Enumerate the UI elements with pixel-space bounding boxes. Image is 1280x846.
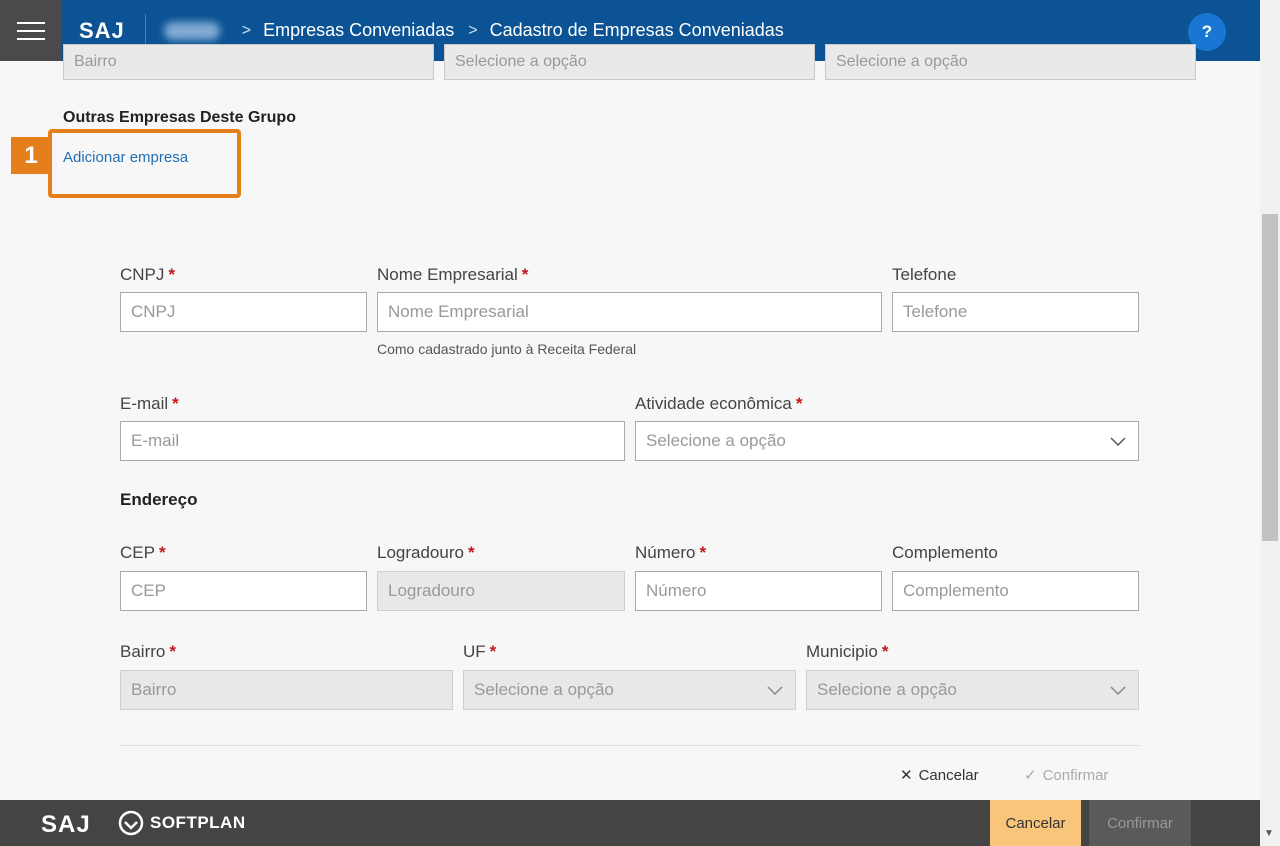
numero-input[interactable]: Número bbox=[635, 571, 882, 611]
chevron-down-icon bbox=[767, 686, 783, 696]
brand-logo[interactable]: SAJ bbox=[79, 18, 125, 44]
municipio-select: Selecione a opção bbox=[806, 670, 1139, 710]
bairro-label: Bairro * bbox=[120, 642, 176, 661]
uf-select: Selecione a opção bbox=[463, 670, 796, 710]
uf-value: Selecione a opção bbox=[474, 680, 614, 699]
cnpj-input[interactable]: CNPJ bbox=[120, 292, 367, 332]
municipio-label: Municipio * bbox=[806, 642, 889, 661]
chevron-down-icon bbox=[1110, 686, 1126, 696]
check-icon: ✓ bbox=[1024, 767, 1037, 784]
chevron-right-icon: > bbox=[468, 21, 478, 39]
footer-saj-logo: SAJ bbox=[41, 811, 91, 838]
email-label: E-mail * bbox=[120, 394, 179, 413]
atividade-economica-value: Selecione a opção bbox=[646, 431, 786, 450]
logradouro-input: Logradouro bbox=[377, 571, 625, 611]
callout-number: 1 bbox=[11, 137, 51, 174]
telefone-label: Telefone bbox=[892, 265, 957, 284]
chevron-right-icon: > bbox=[241, 21, 252, 39]
cnpj-label: CNPJ * bbox=[120, 265, 176, 284]
cep-input[interactable]: CEP bbox=[120, 571, 367, 611]
nome-empresarial-hint: Como cadastrado junto à Receita Federal bbox=[377, 341, 637, 357]
blurred-user-info bbox=[163, 21, 220, 40]
partial-bairro-field: Bairro bbox=[63, 44, 434, 80]
logradouro-label: Logradouro * bbox=[377, 543, 475, 562]
softplan-shield-icon bbox=[118, 810, 144, 836]
cep-label: CEP * bbox=[120, 543, 166, 562]
complemento-input[interactable]: Complemento bbox=[892, 571, 1139, 611]
complemento-label: Complemento bbox=[892, 543, 998, 562]
uf-label: UF * bbox=[463, 642, 497, 661]
form-divider bbox=[120, 745, 1139, 746]
nome-empresarial-input[interactable]: Nome Empresarial bbox=[377, 292, 882, 332]
footer-confirm-button[interactable]: Confirmar bbox=[1089, 800, 1191, 846]
breadcrumb-cadastro: Cadastro de Empresas Conveniadas bbox=[489, 20, 784, 40]
form-confirm-button[interactable]: ✓ Confirmar bbox=[1024, 766, 1108, 784]
nome-empresarial-label: Nome Empresarial * bbox=[377, 265, 529, 284]
endereco-section-title: Endereço bbox=[120, 490, 198, 509]
breadcrumb-empresas-conveniadas[interactable]: Empresas Conveniadas bbox=[263, 20, 454, 41]
menu-icon[interactable] bbox=[0, 0, 61, 61]
scrollbar-thumb[interactable] bbox=[1262, 214, 1278, 541]
footer-softplan-logo: SOFTPLAN bbox=[118, 810, 246, 836]
numero-label: Número * bbox=[635, 543, 707, 562]
footer-cancel-button[interactable]: Cancelar bbox=[990, 800, 1081, 846]
partial-select-field: Selecione a opção bbox=[825, 44, 1196, 80]
bairro-input: Bairro bbox=[120, 670, 453, 710]
group-section-title: Outras Empresas Deste Grupo bbox=[63, 109, 296, 126]
header-divider bbox=[144, 13, 146, 48]
email-input[interactable]: E-mail bbox=[120, 421, 625, 461]
chevron-down-icon bbox=[1110, 437, 1126, 447]
municipio-value: Selecione a opção bbox=[817, 680, 957, 699]
atividade-economica-label: Atividade econômica * bbox=[635, 394, 803, 413]
add-company-link[interactable]: Adicionar empresa bbox=[63, 149, 188, 166]
scroll-down-arrow-icon[interactable]: ▼ bbox=[1264, 828, 1274, 839]
partial-select-field: Selecione a opção bbox=[444, 44, 815, 80]
telefone-input[interactable]: Telefone bbox=[892, 292, 1139, 332]
form-cancel-button[interactable]: ✕ Cancelar bbox=[900, 766, 979, 784]
atividade-economica-select[interactable]: Selecione a opção bbox=[635, 421, 1139, 461]
close-icon: ✕ bbox=[900, 767, 913, 784]
